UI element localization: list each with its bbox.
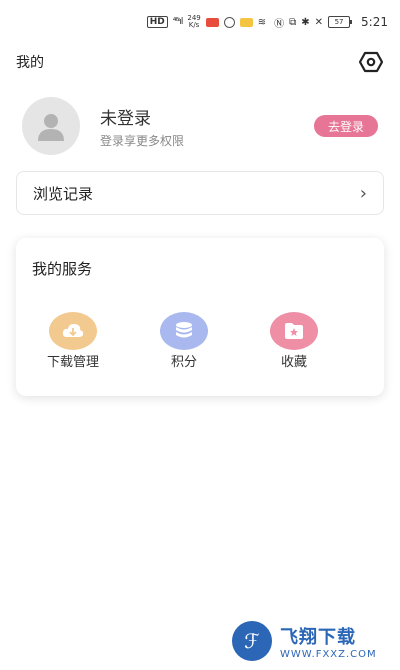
page-title: 我的 [16,55,44,71]
nfc-icon: Ⓝ [274,18,285,30]
notification-yellow-icon [239,17,253,27]
vibrate-icon: ⧉ [289,16,297,28]
hexagon-settings-icon[interactable] [358,49,384,75]
services-title: 我的服务 [32,260,93,278]
watermark-text: 飞翔下载 WWW.FXXZ.COM [280,623,377,660]
download-icon [49,312,97,350]
watermark-sub: WWW.FXXZ.COM [280,648,377,660]
services-card: 我的服务 下载管理 积分 收藏 [16,238,384,396]
profile-section[interactable]: 未登录 登录享更多权限 去登录 [22,97,378,155]
cloud-download-graphic [62,323,84,337]
download-manager-label: 下载管理 [46,355,99,370]
points-label: 积分 [170,355,197,370]
network-speed: 249 K/s [187,15,200,29]
coins-graphic [176,322,192,338]
status-bar: HD ⁴⁶ᶦıl 249 K/s ≋ Ⓝ ⧉ ✱ ✕ 57 5:21 [0,0,400,44]
chevron-right-icon: › [359,182,367,204]
page-header: 我的 [16,50,384,74]
user-silhouette-icon [38,114,64,141]
network-speed-unit: K/s [188,21,200,29]
folder-star-graphic [285,323,303,339]
hd-badge: HD [146,16,168,28]
watermark-main: 飞翔下载 [280,626,356,648]
profile-text: 未登录 登录享更多权限 [100,104,184,149]
points-button[interactable]: 积分 [152,312,216,371]
login-button[interactable]: 去登录 [314,115,378,137]
database-icon [160,312,208,350]
settings-icon-graphic [359,51,383,73]
circle-notification-icon [223,16,235,28]
browse-history-row[interactable]: 浏览记录 › [16,171,384,215]
battery-icon: 57 [328,16,353,28]
clock: 5:21 [361,15,388,29]
status-bar-right: Ⓝ ⧉ ✱ ✕ 57 5:21 [274,15,388,30]
username: 未登录 [100,108,151,129]
watermark: ℱ 飞翔下载 WWW.FXXZ.COM [232,618,392,664]
browse-history-label: 浏览记录 [33,184,94,203]
battery-level: 57 [334,18,344,26]
wifi-icon: ≋ [257,16,267,28]
signal-icon: ⁴⁶ᶦıl [172,17,184,27]
avatar[interactable] [22,97,80,155]
notification-app-icon [205,17,219,27]
mute-icon: ✕ [314,16,324,28]
watermark-logo-icon: ℱ [232,621,272,661]
favorites-button[interactable]: 收藏 [262,312,326,371]
folder-star-icon [270,312,318,350]
status-bar-left: HD ⁴⁶ᶦıl 249 K/s ≋ [146,15,267,29]
download-manager-button[interactable]: 下载管理 [41,312,105,371]
bluetooth-icon: ✱ [301,16,310,28]
login-hint: 登录享更多权限 [100,133,185,148]
favorites-label: 收藏 [280,355,307,370]
